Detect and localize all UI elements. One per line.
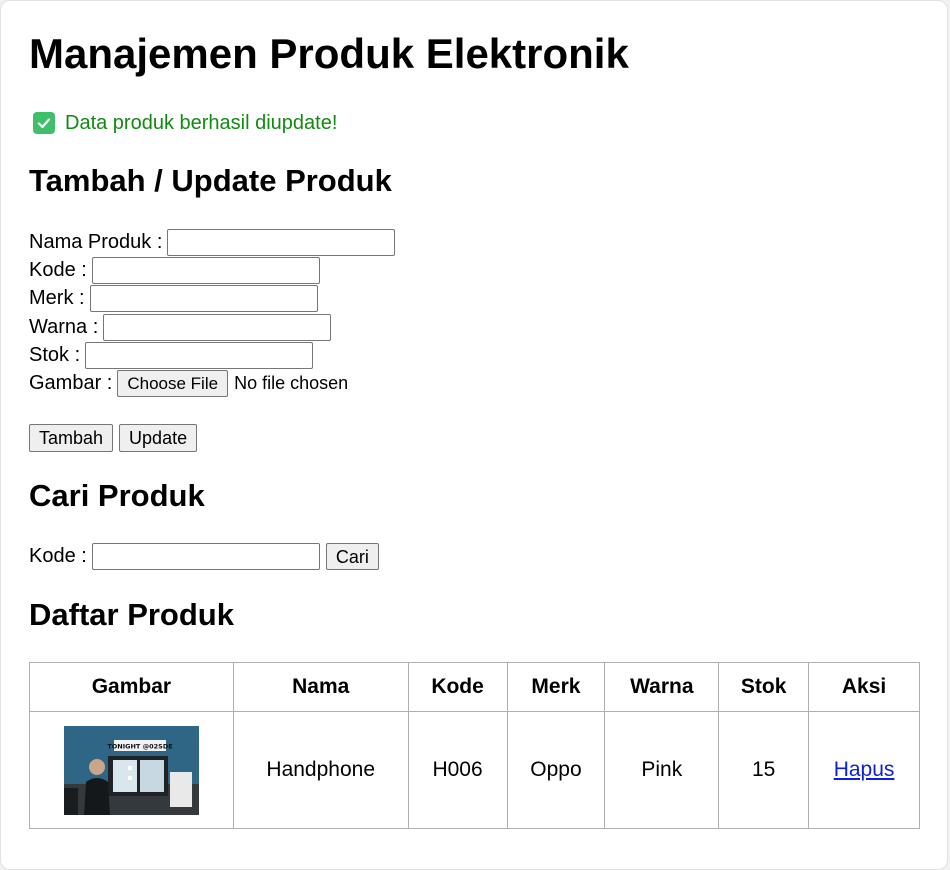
cell-warna: Pink — [604, 711, 720, 829]
search-button[interactable]: Cari — [325, 542, 379, 570]
warna-row: Warna : — [29, 313, 332, 341]
search-heading: Cari Produk — [29, 478, 205, 513]
form-heading: Tambah / Update Produk — [29, 163, 392, 198]
cell-gambar: TONIGHT @02SDE — [29, 711, 234, 829]
check-icon — [33, 112, 55, 134]
hapus-link[interactable]: Hapus — [834, 758, 895, 781]
products-table: Gambar Nama Kode Merk Warna Stok Aksi TO… — [29, 662, 920, 829]
gambar-row: Gambar : Choose File No file chosen — [29, 369, 348, 397]
merk-label: Merk : — [29, 287, 85, 309]
column-header: Gambar — [29, 662, 234, 712]
cell-aksi: Hapus — [808, 711, 920, 829]
column-header: Aksi — [808, 662, 920, 712]
stok-label: Stok : — [29, 344, 81, 366]
column-header: Warna — [604, 662, 720, 712]
merk-row: Merk : — [29, 284, 318, 312]
list-heading: Daftar Produk — [29, 597, 234, 632]
stok-input[interactable] — [85, 341, 314, 369]
table-row: TONIGHT @02SDE Handphone H006 Oppo Pink … — [29, 711, 920, 829]
merk-input[interactable] — [89, 284, 318, 312]
warna-input[interactable] — [103, 313, 332, 341]
search-row: Kode : Cari — [29, 542, 379, 570]
cell-merk: Oppo — [506, 711, 606, 829]
product-image: TONIGHT @02SDE — [63, 725, 199, 815]
cell-kode: H006 — [407, 711, 508, 829]
tambah-button[interactable]: Tambah — [29, 424, 114, 452]
warna-label: Warna : — [29, 316, 99, 338]
cell-stok: 15 — [718, 711, 810, 829]
kode-label: Kode : — [29, 259, 87, 281]
table-header-row: Gambar Nama Kode Merk Warna Stok Aksi — [29, 662, 920, 712]
column-header: Kode — [407, 662, 508, 712]
column-header: Nama — [232, 662, 409, 712]
form-buttons: Tambah Update — [29, 424, 198, 452]
gambar-label: Gambar : — [29, 372, 113, 394]
search-label: Kode : — [29, 545, 87, 567]
cell-nama: Handphone — [232, 711, 409, 829]
status-message-text: Data produk berhasil diupdate! — [65, 112, 338, 134]
update-button[interactable]: Update — [119, 424, 198, 452]
kode-row: Kode : — [29, 256, 320, 284]
nama-label: Nama Produk : — [29, 231, 163, 253]
nama-row: Nama Produk : — [29, 228, 396, 256]
main-card: Manajemen Produk Elektronik Data produk … — [0, 0, 948, 870]
image-sign-text: TONIGHT @02SDE — [107, 742, 172, 750]
kode-input[interactable] — [91, 256, 320, 284]
page-title: Manajemen Produk Elektronik — [29, 30, 629, 77]
nama-input[interactable] — [167, 228, 396, 256]
status-message: Data produk berhasil diupdate! — [33, 111, 337, 135]
search-input[interactable] — [91, 542, 320, 570]
file-status: No file chosen — [234, 373, 349, 393]
column-header: Merk — [506, 662, 606, 712]
choose-file-button[interactable]: Choose File — [117, 369, 229, 397]
column-header: Stok — [718, 662, 810, 712]
stok-row: Stok : — [29, 341, 314, 369]
